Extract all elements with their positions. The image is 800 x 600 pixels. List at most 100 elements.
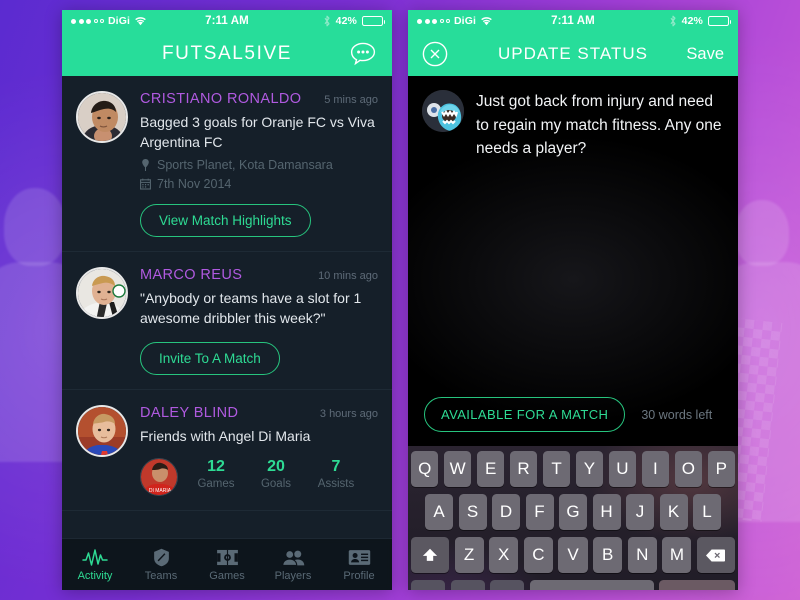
activity-feed[interactable]: CRISTIANO RONALDO 5 mins ago Bagged 3 go… [62,76,392,590]
status-bar-right: DiGi 7:11 AM 42% [408,10,738,32]
tab-profile[interactable]: Profile [326,547,392,582]
save-button[interactable]: Save [686,45,724,64]
battery-icon [708,16,732,26]
key-q[interactable]: Q [410,451,439,487]
tab-label: Players [274,570,312,582]
key-b[interactable]: B [593,537,623,573]
tab-games[interactable]: Games [194,547,260,582]
stat-games: 12 Games [194,458,238,490]
available-for-a-match-tag[interactable]: AVAILABLE FOR A MATCH [424,397,626,432]
post-author[interactable]: MARCO REUS [140,267,242,283]
key-o[interactable]: O [674,451,703,487]
tab-label: Profile [343,570,375,582]
feed-post[interactable]: CRISTIANO RONALDO 5 mins ago Bagged 3 go… [62,76,392,252]
battery-percent-label: 42% [681,15,703,27]
status-text[interactable]: Just got back from injury and need to re… [476,90,724,161]
key-x[interactable]: X [489,537,519,573]
location-pin-icon [140,158,151,171]
post-timestamp: 5 mins ago [324,94,378,106]
post-timestamp: 10 mins ago [318,269,378,282]
key-k[interactable]: K [659,494,688,530]
stat-value: 12 [207,458,225,476]
stat-label: Assists [317,478,355,491]
messages-button[interactable] [348,40,378,68]
key-m[interactable]: M [662,537,692,573]
key-s[interactable]: S [458,494,487,530]
tab-activity[interactable]: Activity [62,547,128,582]
shift-key[interactable] [411,537,449,573]
words-left-counter: 30 words left [641,407,713,422]
close-circle-icon[interactable] [422,41,448,67]
emoji-key[interactable] [450,580,485,590]
tab-label: Games [209,570,245,582]
dictation-key[interactable] [490,580,524,590]
phone-activity-feed: DiGi 7:11 AM 42% FUTSAL5IVE CRISTIANO RO… [62,10,392,590]
post-timestamp: 3 hours ago [319,407,378,420]
backspace-icon [706,548,726,562]
key-n[interactable]: N [627,537,657,573]
key-y[interactable]: Y [575,451,604,487]
keyboard-row-2: ASDFGHJKL [411,494,735,530]
feed-post[interactable]: MARCO REUS 10 mins ago "Anybody or teams… [62,252,392,390]
feed-post[interactable]: DALEY BLIND 3 hours ago Friends with Ang… [62,390,392,512]
view-match-highlights-button[interactable]: View Match Highlights [140,203,311,237]
shift-up-icon [422,547,438,563]
tab-players[interactable]: Players [260,547,326,582]
key-e[interactable]: E [476,451,505,487]
key-a[interactable]: A [425,494,453,530]
post-date-row: 7th Nov 2014 [140,177,378,191]
post-date: 7th Nov 2014 [157,176,232,191]
avatar[interactable] [422,90,464,132]
message-bubble-icon[interactable] [348,40,378,68]
post-location: Sports Planet, Kota Damansara [157,157,333,172]
numbers-key[interactable]: 123 [411,580,445,590]
avatar[interactable] [76,266,128,319]
navbar-left: FUTSAL5IVE [62,32,392,76]
key-c[interactable]: C [523,537,553,573]
app-title: FUTSAL5IVE [161,43,293,64]
key-j[interactable]: J [626,494,654,530]
on-screen-keyboard[interactable]: QWERTYUIOP ASDFGHJKL ZXCVBNM 123 [408,446,738,590]
key-r[interactable]: R [509,451,538,487]
key-t[interactable]: T [542,451,571,487]
key-z[interactable]: Z [454,537,484,573]
bluetooth-icon [323,15,331,27]
avatar[interactable]: DI MARIA [140,458,178,497]
key-f[interactable]: F [525,494,554,530]
background-figure-left-head [4,188,66,266]
avatar[interactable] [76,91,128,143]
status-composer[interactable]: Just got back from injury and need to re… [408,76,738,446]
post-text: Friends with Angel Di Maria [140,427,311,444]
stat-label: Goals [260,478,292,491]
keyboard-row-1: QWERTYUIOP [410,451,736,487]
signal-strength-icon [71,18,104,24]
clock-label: 7:11 AM [205,15,249,27]
stat-goals: 20 Goals [254,458,298,490]
carrier-label: DiGi [108,15,130,27]
post-author[interactable]: CRISTIANO RONALDO [140,91,302,107]
key-w[interactable]: W [443,451,472,487]
key-p[interactable]: P [707,451,736,487]
key-u[interactable]: U [608,451,637,487]
battery-percent-label: 42% [335,15,357,27]
phone-update-status: DiGi 7:11 AM 42% UPDATE STATUS Save Just… [408,10,738,590]
post-location-row: Sports Planet, Kota Damansara [140,158,378,172]
backspace-key[interactable] [696,537,735,573]
pitch-icon [216,547,239,567]
key-d[interactable]: D [492,494,520,530]
close-button[interactable] [422,41,448,67]
key-g[interactable]: G [559,494,587,530]
space-key[interactable]: space [529,580,654,590]
stat-value: 20 [267,458,285,476]
post-author[interactable]: DALEY BLIND [140,405,238,421]
key-i[interactable]: I [641,451,670,487]
key-l[interactable]: L [693,494,721,530]
stat-assists: 7 Assists [314,458,358,490]
invite-to-a-match-button[interactable]: Invite To A Match [140,341,280,375]
tab-bar[interactable]: Activity Teams Games Players Profile [62,538,392,590]
tab-teams[interactable]: Teams [128,547,194,582]
avatar[interactable] [76,404,128,457]
search-key[interactable]: Search [659,580,735,590]
key-h[interactable]: H [592,494,621,530]
key-v[interactable]: V [558,537,588,573]
